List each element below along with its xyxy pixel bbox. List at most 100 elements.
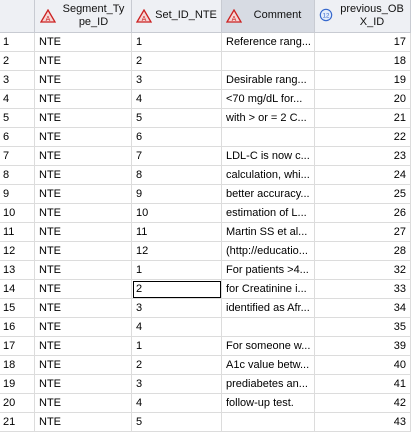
row-number-cell[interactable]: 11 [0,223,35,242]
comment-cell[interactable]: follow-up test. [222,394,315,413]
row-number-cell[interactable]: 2 [0,52,35,71]
segment-type-id-cell[interactable]: NTE [35,242,132,261]
previous-obx-id-cell[interactable]: 40 [315,356,411,375]
table-row[interactable]: 2 NTE 2 18 [0,52,411,71]
table-row[interactable]: 6 NTE 6 22 [0,128,411,147]
table-row[interactable]: 12 NTE 12 (http://educatio... 28 [0,242,411,261]
set-id-nte-cell[interactable]: 2 [132,52,222,71]
previous-obx-id-cell[interactable]: 32 [315,261,411,280]
row-number-cell[interactable]: 20 [0,394,35,413]
comment-cell[interactable]: for Creatinine i... [222,280,315,299]
comment-cell[interactable] [222,128,315,147]
row-number-cell[interactable]: 15 [0,299,35,318]
previous-obx-id-cell[interactable]: 27 [315,223,411,242]
set-id-nte-cell[interactable]: 11 [132,223,222,242]
column-header-comment[interactable]: A Comment [222,0,315,33]
previous-obx-id-cell[interactable]: 35 [315,318,411,337]
row-number-cell[interactable]: 18 [0,356,35,375]
row-number-cell[interactable]: 10 [0,204,35,223]
comment-cell[interactable]: Desirable rang... [222,71,315,90]
segment-type-id-cell[interactable]: NTE [35,318,132,337]
segment-type-id-cell[interactable]: NTE [35,280,132,299]
row-number-cell[interactable]: 14 [0,280,35,299]
comment-cell[interactable]: LDL-C is now c... [222,147,315,166]
column-header-set-id-nte[interactable]: A Set_ID_NTE [132,0,222,33]
set-id-nte-cell[interactable]: 2 [132,280,222,299]
segment-type-id-cell[interactable]: NTE [35,337,132,356]
comment-cell[interactable]: Martin SS et al... [222,223,315,242]
previous-obx-id-cell[interactable]: 34 [315,299,411,318]
table-row[interactable]: 14 NTE 2 for Creatinine i... 33 [0,280,411,299]
set-id-nte-cell[interactable]: 5 [132,413,222,432]
set-id-nte-cell[interactable]: 3 [132,71,222,90]
previous-obx-id-cell[interactable]: 23 [315,147,411,166]
segment-type-id-cell[interactable]: NTE [35,147,132,166]
segment-type-id-cell[interactable]: NTE [35,128,132,147]
table-row[interactable]: 5 NTE 5 with > or = 2 C... 21 [0,109,411,128]
set-id-nte-cell[interactable]: 7 [132,147,222,166]
row-number-cell[interactable]: 21 [0,413,35,432]
row-number-cell[interactable]: 1 [0,33,35,52]
row-number-cell[interactable]: 7 [0,147,35,166]
segment-type-id-cell[interactable]: NTE [35,204,132,223]
comment-cell[interactable]: calculation, whi... [222,166,315,185]
previous-obx-id-cell[interactable]: 17 [315,33,411,52]
set-id-nte-cell[interactable]: 4 [132,394,222,413]
segment-type-id-cell[interactable]: NTE [35,223,132,242]
segment-type-id-cell[interactable]: NTE [35,90,132,109]
segment-type-id-cell[interactable]: NTE [35,299,132,318]
previous-obx-id-cell[interactable]: 19 [315,71,411,90]
row-number-header[interactable] [0,0,35,33]
set-id-nte-cell[interactable]: 5 [132,109,222,128]
previous-obx-id-cell[interactable]: 21 [315,109,411,128]
row-number-cell[interactable]: 8 [0,166,35,185]
table-row[interactable]: 20 NTE 4 follow-up test. 42 [0,394,411,413]
segment-type-id-cell[interactable]: NTE [35,71,132,90]
column-header-previous-obx-id[interactable]: 12 previous_OB X_ID [315,0,411,33]
row-number-cell[interactable]: 17 [0,337,35,356]
previous-obx-id-cell[interactable]: 22 [315,128,411,147]
set-id-nte-cell[interactable]: 3 [132,375,222,394]
comment-cell[interactable]: with > or = 2 C... [222,109,315,128]
segment-type-id-cell[interactable]: NTE [35,109,132,128]
comment-cell[interactable]: For someone w... [222,337,315,356]
set-id-nte-cell[interactable]: 1 [132,33,222,52]
row-number-cell[interactable]: 19 [0,375,35,394]
segment-type-id-cell[interactable]: NTE [35,185,132,204]
row-number-cell[interactable]: 12 [0,242,35,261]
previous-obx-id-cell[interactable]: 41 [315,375,411,394]
table-row[interactable]: 13 NTE 1 For patients >4... 32 [0,261,411,280]
comment-cell[interactable]: better accuracy... [222,185,315,204]
comment-cell[interactable]: prediabetes an... [222,375,315,394]
comment-cell[interactable] [222,52,315,71]
table-row[interactable]: 4 NTE 4 <70 mg/dL for... 20 [0,90,411,109]
row-number-cell[interactable]: 3 [0,71,35,90]
row-number-cell[interactable]: 16 [0,318,35,337]
comment-cell[interactable]: Reference rang... [222,33,315,52]
table-row[interactable]: 17 NTE 1 For someone w... 39 [0,337,411,356]
segment-type-id-cell[interactable]: NTE [35,33,132,52]
segment-type-id-cell[interactable]: NTE [35,166,132,185]
previous-obx-id-cell[interactable]: 28 [315,242,411,261]
previous-obx-id-cell[interactable]: 39 [315,337,411,356]
comment-cell[interactable]: identified as Afr... [222,299,315,318]
segment-type-id-cell[interactable]: NTE [35,375,132,394]
row-number-cell[interactable]: 5 [0,109,35,128]
row-number-cell[interactable]: 4 [0,90,35,109]
previous-obx-id-cell[interactable]: 33 [315,280,411,299]
table-row[interactable]: 1 NTE 1 Reference rang... 17 [0,33,411,52]
set-id-nte-cell[interactable]: 8 [132,166,222,185]
column-header-segment-type-id[interactable]: A Segment_Ty pe_ID [35,0,132,33]
table-row[interactable]: 21 NTE 5 43 [0,413,411,432]
segment-type-id-cell[interactable]: NTE [35,52,132,71]
set-id-nte-cell[interactable]: 4 [132,318,222,337]
segment-type-id-cell[interactable]: NTE [35,394,132,413]
comment-cell[interactable]: (http://educatio... [222,242,315,261]
table-row[interactable]: 10 NTE 10 estimation of L... 26 [0,204,411,223]
set-id-nte-cell[interactable]: 10 [132,204,222,223]
set-id-nte-cell[interactable]: 2 [132,356,222,375]
set-id-nte-cell[interactable]: 6 [132,128,222,147]
set-id-nte-cell[interactable]: 4 [132,90,222,109]
segment-type-id-cell[interactable]: NTE [35,413,132,432]
table-row[interactable]: 19 NTE 3 prediabetes an... 41 [0,375,411,394]
